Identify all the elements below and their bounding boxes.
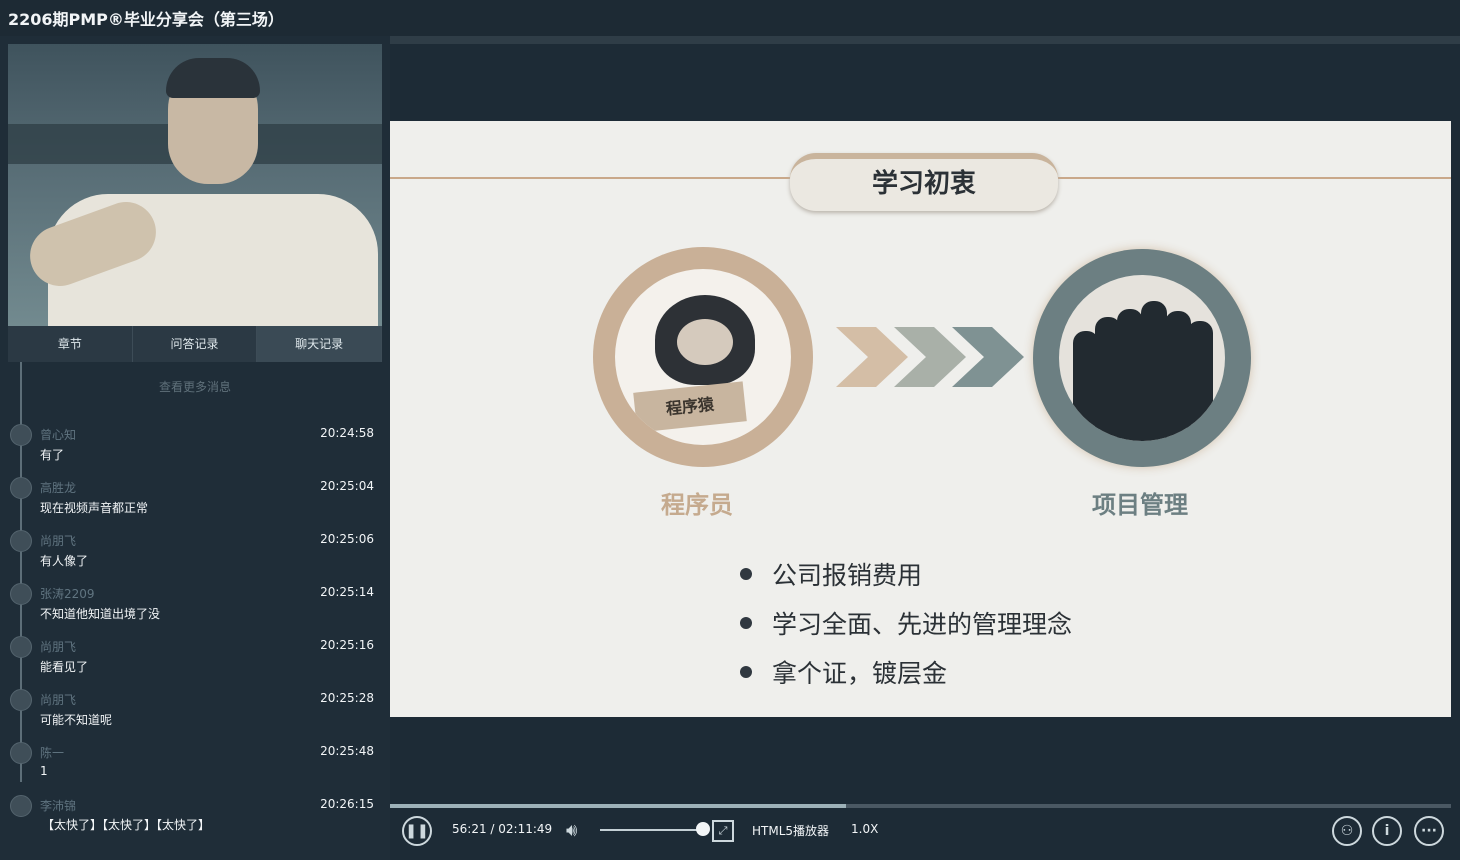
bullet-item: 学习全面、先进的管理理念 xyxy=(740,598,1072,647)
player-controls: ❚❚ 56:21 / 02:11:49 🔊︎ ⤢ HTML5播放器 1.0X ⚇… xyxy=(390,810,1460,850)
chat-time: 20:26:15 xyxy=(320,797,374,811)
presentation-slide: 学习初衷 程序猿 程序员 项目管理 公司报销费用 学习全面、先进的管理理念 拿个… xyxy=(390,121,1451,717)
avatar xyxy=(10,636,32,658)
management-image-circle xyxy=(1033,249,1251,467)
chat-user-name: 李沛锦 xyxy=(40,799,77,813)
slide-title-banner: 学习初衷 xyxy=(790,153,1058,211)
chat-message: 尚朋飞 20:25:16 能看见了 xyxy=(8,632,382,685)
project-management-label: 项目管理 xyxy=(1092,491,1188,519)
bullet-item: 拿个证，镀层金 xyxy=(740,647,1072,696)
chat-user-name: 高胜龙 xyxy=(40,481,77,495)
playback-progress-fill xyxy=(390,804,847,808)
avatar xyxy=(10,477,32,499)
chat-time: 20:24:58 xyxy=(320,426,374,440)
pause-icon[interactable]: ❚❚ xyxy=(402,816,432,846)
bullet-item: 公司报销费用 xyxy=(740,549,1072,598)
chat-user-name: 张涛2209 xyxy=(40,587,95,601)
load-more-messages[interactable]: 查看更多消息 xyxy=(8,378,382,395)
chat-time: 20:25:28 xyxy=(320,691,374,705)
chat-time: 20:25:06 xyxy=(320,532,374,546)
webcam-video xyxy=(8,44,382,326)
business-team-photo xyxy=(1059,275,1225,441)
avatar xyxy=(10,689,32,711)
chat-text: 【太快了】【太快了】【太快了】 xyxy=(42,818,211,832)
title-rule-left xyxy=(390,177,790,179)
programmer-image-circle: 程序猿 xyxy=(593,247,813,467)
player-type-label[interactable]: HTML5播放器 xyxy=(752,822,829,839)
chat-time: 20:25:16 xyxy=(320,638,374,652)
chat-time: 20:25:14 xyxy=(320,585,374,599)
tab-qa-records[interactable]: 问答记录 xyxy=(132,326,258,362)
chat-time: 20:25:04 xyxy=(320,479,374,493)
chat-text: 现在视频声音都正常 xyxy=(40,501,149,515)
volume-knob[interactable] xyxy=(696,822,710,836)
chat-text: 1 xyxy=(40,764,48,778)
avatar xyxy=(10,583,32,605)
playback-progress-bar[interactable] xyxy=(390,804,1451,808)
avatar xyxy=(10,530,32,552)
title-bar: 2206期PMP®毕业分享会（第三场） xyxy=(0,0,1460,36)
chat-message: 尚朋飞 20:25:06 有人像了 xyxy=(8,526,382,579)
chat-text: 能看见了 xyxy=(40,660,89,674)
panel-tabs: 章节 问答记录 聊天记录 xyxy=(8,326,383,362)
chat-user-name: 陈一 xyxy=(40,746,65,760)
avatar xyxy=(10,424,32,446)
tab-chapters[interactable]: 章节 xyxy=(8,326,133,362)
programmer-label: 程序员 xyxy=(661,491,733,519)
chat-user-name: 尚朋飞 xyxy=(40,693,77,707)
window-title: 2206期PMP®毕业分享会（第三场） xyxy=(8,10,284,29)
bullet-list: 公司报销费用 学习全面、先进的管理理念 拿个证，镀层金 xyxy=(740,549,1072,696)
volume-slider[interactable] xyxy=(600,829,704,831)
chat-message: 陈一 20:25:48 1 xyxy=(8,738,382,791)
sign-text: 程序猿 xyxy=(665,394,715,419)
chat-text: 有了 xyxy=(40,448,65,462)
chat-user-name: 尚朋飞 xyxy=(40,640,77,654)
pip-icon[interactable]: ⤢ xyxy=(712,820,734,842)
chat-text: 不知道他知道出境了没 xyxy=(40,607,161,621)
chat-text: 可能不知道呢 xyxy=(40,713,113,727)
chat-user-name: 尚朋飞 xyxy=(40,534,77,548)
title-rule-right xyxy=(1058,177,1451,179)
programmer-sign: 程序猿 xyxy=(633,381,747,433)
feedback-icon[interactable]: ⚇ xyxy=(1332,816,1362,846)
volume-icon[interactable]: 🔊︎ xyxy=(566,820,577,841)
playback-time: 56:21 / 02:11:49 xyxy=(452,822,553,836)
chat-time: 20:25:48 xyxy=(320,744,374,758)
chat-message: 尚朋飞 20:25:28 可能不知道呢 xyxy=(8,685,382,738)
chevron-1 xyxy=(836,327,908,387)
left-panel: 章节 问答记录 聊天记录 查看更多消息 曾心知 20:24:58 有了 高胜龙 … xyxy=(0,36,390,860)
chat-text: 有人像了 xyxy=(40,554,89,568)
chat-list: 查看更多消息 曾心知 20:24:58 有了 高胜龙 20:25:04 现在视频… xyxy=(8,362,382,860)
volume-fill xyxy=(600,829,704,831)
chat-message: 高胜龙 20:25:04 现在视频声音都正常 xyxy=(8,473,382,526)
info-icon[interactable]: i xyxy=(1372,816,1402,846)
tab-chat-records[interactable]: 聊天记录 xyxy=(257,326,383,362)
more-icon[interactable]: ··· xyxy=(1414,816,1444,846)
slide-title: 学习初衷 xyxy=(871,169,976,199)
avatar xyxy=(10,742,32,764)
avatar xyxy=(10,795,32,817)
chat-user-name: 曾心知 xyxy=(40,428,77,442)
chat-message: 曾心知 20:24:58 有了 xyxy=(8,420,382,473)
chat-message: 张涛2209 20:25:14 不知道他知道出境了没 xyxy=(8,579,382,632)
top-strip xyxy=(390,36,1460,44)
playback-speed[interactable]: 1.0X xyxy=(851,822,878,836)
